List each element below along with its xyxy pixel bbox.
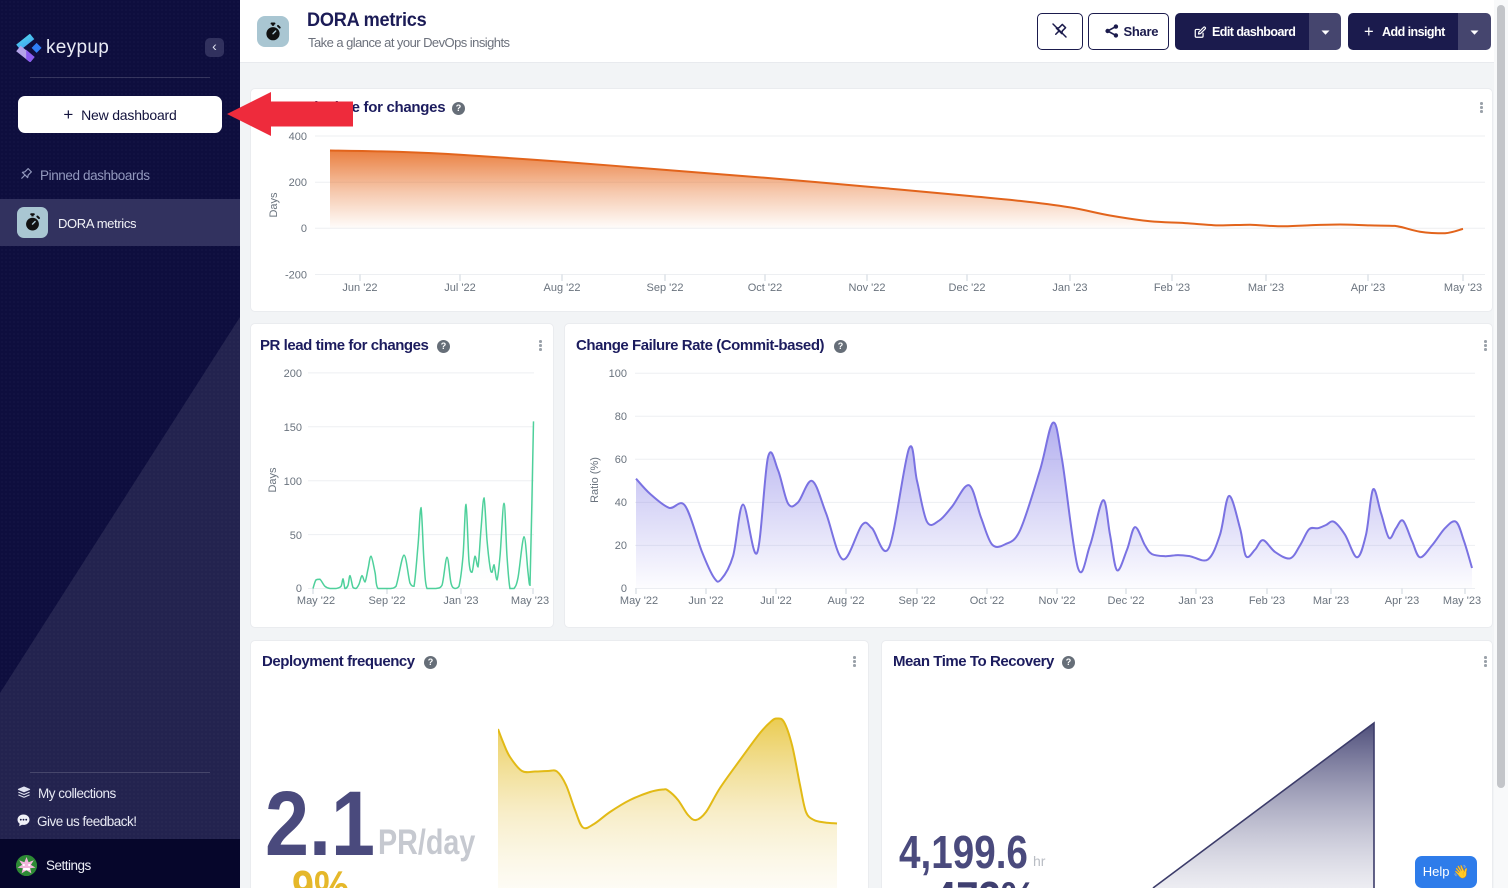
- svg-text:Jan '23: Jan '23: [1178, 595, 1213, 607]
- svg-text:Mar '23: Mar '23: [1248, 282, 1284, 294]
- svg-text:Mar '23: Mar '23: [1313, 595, 1349, 607]
- svg-text:150: 150: [284, 422, 302, 434]
- svg-text:Days: Days: [267, 467, 279, 493]
- svg-text:200: 200: [289, 177, 307, 189]
- svg-text:Nov '22: Nov '22: [1039, 595, 1076, 607]
- svg-text:Share: Share: [1124, 24, 1159, 39]
- svg-text:0: 0: [621, 583, 627, 595]
- svg-text:Apr '23: Apr '23: [1385, 595, 1420, 607]
- svg-text:100: 100: [609, 368, 627, 380]
- svg-text:Sep '22: Sep '22: [647, 282, 684, 294]
- svg-text:0: 0: [301, 223, 307, 235]
- svg-text:0: 0: [296, 583, 302, 595]
- svg-text:-200: -200: [285, 270, 307, 282]
- svg-text:100: 100: [284, 476, 302, 488]
- svg-text:40: 40: [615, 497, 627, 509]
- svg-text:Oct '22: Oct '22: [970, 595, 1005, 607]
- svg-text:Jul '22: Jul '22: [444, 282, 475, 294]
- svg-text:Jan '23: Jan '23: [443, 595, 478, 607]
- svg-text:Jun '22: Jun '22: [688, 595, 723, 607]
- svg-text:Feb '23: Feb '23: [1249, 595, 1285, 607]
- svg-text:Sep '22: Sep '22: [369, 595, 406, 607]
- svg-text:Jul '22: Jul '22: [760, 595, 791, 607]
- svg-text:Nov '22: Nov '22: [849, 282, 886, 294]
- svg-text:Dec '22: Dec '22: [1108, 595, 1145, 607]
- svg-text:Jun '22: Jun '22: [342, 282, 377, 294]
- svg-text:20: 20: [615, 540, 627, 552]
- svg-text:50: 50: [290, 530, 302, 542]
- svg-text:May '23: May '23: [511, 595, 549, 607]
- svg-text:Days: Days: [268, 192, 280, 218]
- svg-text:80: 80: [615, 411, 627, 423]
- svg-text:May '22: May '22: [620, 595, 658, 607]
- svg-text:Aug '22: Aug '22: [544, 282, 581, 294]
- svg-text:60: 60: [615, 454, 627, 466]
- svg-text:Sep '22: Sep '22: [899, 595, 936, 607]
- svg-text:Dec '22: Dec '22: [949, 282, 986, 294]
- svg-text:May '22: May '22: [297, 595, 335, 607]
- svg-text:May '23: May '23: [1443, 595, 1481, 607]
- svg-text:Ratio (%): Ratio (%): [589, 457, 601, 503]
- svg-text:Aug '22: Aug '22: [828, 595, 865, 607]
- svg-text:Apr '23: Apr '23: [1351, 282, 1386, 294]
- svg-text:May '23: May '23: [1444, 282, 1482, 294]
- svg-text:Jan '23: Jan '23: [1052, 282, 1087, 294]
- svg-text:200: 200: [284, 368, 302, 380]
- svg-text:Oct '22: Oct '22: [748, 282, 783, 294]
- svg-text:Feb '23: Feb '23: [1154, 282, 1190, 294]
